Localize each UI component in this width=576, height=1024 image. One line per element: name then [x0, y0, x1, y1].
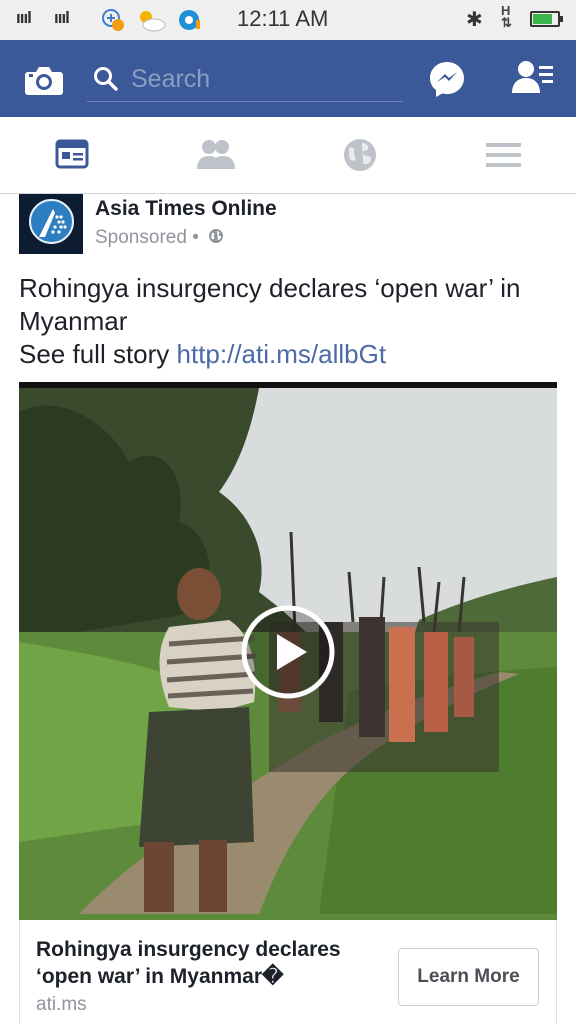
story-link[interactable]: http://ati.ms/allbGt	[177, 339, 387, 369]
search-icon	[94, 67, 118, 91]
sponsored-label: Sponsored •	[95, 227, 224, 249]
camera-icon[interactable]	[24, 64, 64, 96]
sponsored-text: Sponsored	[95, 227, 187, 248]
app-header	[0, 40, 576, 117]
video-player[interactable]	[19, 382, 557, 920]
bluetooth-icon: ✱	[466, 9, 483, 31]
globe-icon[interactable]	[341, 137, 381, 173]
post-text: Rohingya insurgency declares ‘open war’ …	[19, 272, 559, 371]
play-icon[interactable]	[240, 604, 336, 700]
link-preview-card[interactable]: Rohingya insurgency declares ‘open war’ …	[19, 920, 557, 1024]
signal-strength-1: ıııl	[16, 8, 32, 27]
news-feed-icon[interactable]	[53, 137, 93, 173]
friends-icon[interactable]	[196, 137, 236, 173]
app-notification-icon	[102, 9, 124, 31]
messenger-icon[interactable]	[428, 60, 466, 98]
public-globe-icon	[209, 229, 224, 243]
menu-icon[interactable]	[484, 137, 524, 173]
notification-icon	[179, 10, 200, 30]
clock: 12:11 AM	[237, 6, 329, 31]
asia-times-logo-icon	[29, 199, 74, 244]
card-title[interactable]: Rohingya insurgency declares ‘open war’ …	[36, 936, 386, 990]
search-bar[interactable]	[87, 58, 403, 102]
search-input[interactable]	[131, 61, 391, 97]
nav-tabs	[0, 117, 576, 194]
signal-strength-2: ıııl	[54, 8, 70, 27]
learn-more-button[interactable]: Learn More	[398, 948, 539, 1006]
see-full-story-label: See full story	[19, 339, 177, 369]
network-icon: H ⇅	[501, 3, 512, 30]
battery-level	[533, 14, 553, 24]
battery-icon	[530, 11, 563, 27]
see-full-story-line: See full story http://ati.ms/allbGt	[19, 338, 559, 371]
page-name[interactable]: Asia Times Online	[95, 197, 277, 221]
friend-requests-icon[interactable]	[512, 60, 554, 96]
weather-icon	[140, 11, 166, 32]
card-domain: ati.ms	[36, 994, 87, 1015]
separator-dot: •	[192, 227, 199, 248]
status-bar: ıııl ıııl 12:11 AM ✱ H ⇅	[0, 0, 576, 40]
post-headline: Rohingya insurgency declares ‘open war’ …	[19, 273, 521, 336]
network-type: H	[501, 3, 511, 18]
page-avatar[interactable]	[19, 194, 83, 254]
